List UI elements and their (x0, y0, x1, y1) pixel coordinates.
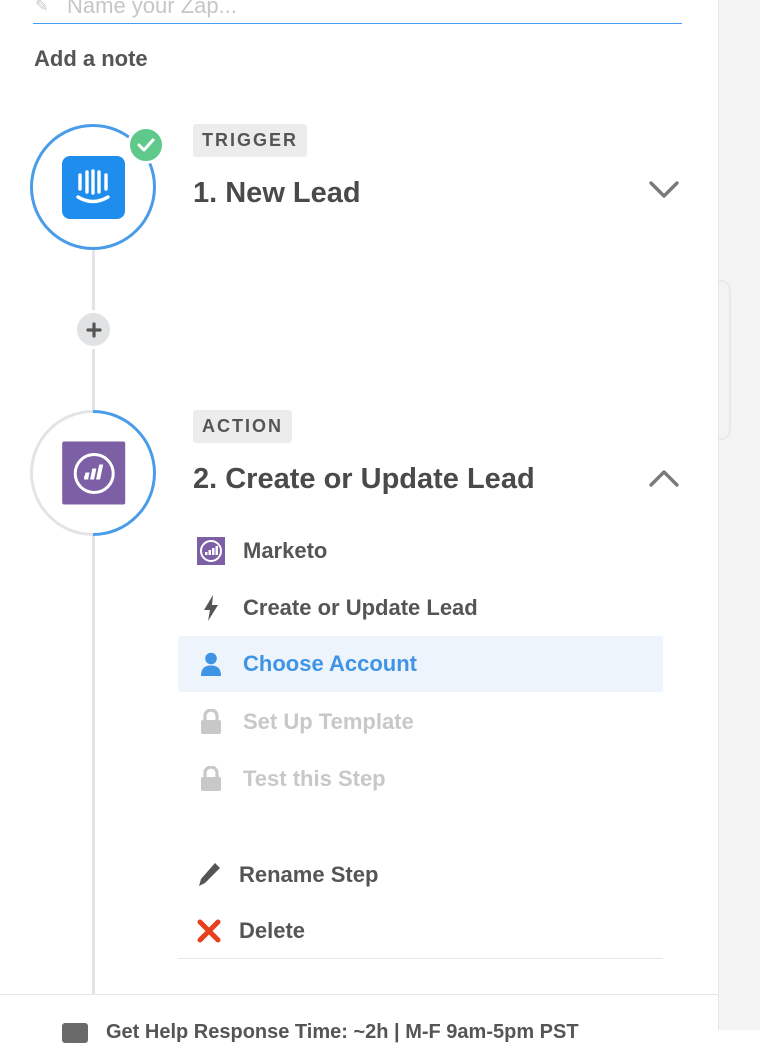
close-x-icon (178, 918, 239, 944)
zap-name-input[interactable] (67, 0, 667, 19)
marketo-app-icon (61, 441, 125, 505)
menu-item-app[interactable]: Marketo (178, 523, 663, 579)
menu-item-test-step: Test this Step (178, 751, 663, 807)
intercom-app-icon (61, 155, 125, 219)
step-complete-check-icon (127, 126, 165, 164)
menu-item-choose-account[interactable]: Choose Account (178, 636, 663, 692)
menu-item-label: Create or Update Lead (243, 595, 478, 620)
add-step-plus-button[interactable] (74, 310, 113, 349)
menu-item-event[interactable]: Create or Update Lead (178, 580, 663, 636)
delete-step-label: Delete (239, 918, 306, 943)
menu-divider (178, 958, 663, 959)
action-badge: ACTION (193, 410, 292, 443)
chat-icon (62, 1023, 88, 1043)
action-step-title[interactable]: 2. Create or Update Lead (193, 463, 535, 496)
add-note-link[interactable]: Add a note (34, 46, 148, 72)
trigger-badge: TRIGGER (193, 124, 308, 157)
menu-item-label: Test this Step (243, 766, 386, 791)
help-footer: Get Help Response Time: ~2h | M-F 9am-5p… (0, 994, 718, 1043)
menu-item-label: Choose Account (243, 651, 417, 676)
user-icon (178, 652, 243, 676)
timeline-line (92, 250, 95, 995)
chevron-down-icon[interactable] (646, 172, 682, 208)
lightning-bolt-icon (178, 595, 243, 621)
menu-item-label: Marketo (243, 538, 328, 563)
pencil-icon: ✎ (35, 0, 49, 15)
rename-step-button[interactable]: Rename Step (178, 847, 663, 903)
marketo-app-icon (178, 537, 243, 565)
right-panel (718, 0, 760, 1030)
delete-step-button[interactable]: Delete (178, 903, 663, 959)
lock-icon (178, 766, 243, 792)
menu-item-set-up-template: Set Up Template (178, 694, 663, 750)
trigger-step-title[interactable]: 1. New Lead (193, 177, 361, 210)
action-step-circle[interactable] (3, 383, 183, 563)
chevron-up-icon[interactable] (646, 460, 682, 496)
rename-step-label: Rename Step (239, 862, 379, 887)
pencil-icon (178, 862, 239, 888)
zap-name-field[interactable]: ✎ (33, 0, 682, 24)
lock-icon (178, 709, 243, 735)
help-footer-text[interactable]: Get Help Response Time: ~2h | M-F 9am-5p… (106, 1021, 579, 1044)
menu-item-label: Set Up Template (243, 709, 414, 734)
panel-ghost-shape (719, 280, 731, 440)
